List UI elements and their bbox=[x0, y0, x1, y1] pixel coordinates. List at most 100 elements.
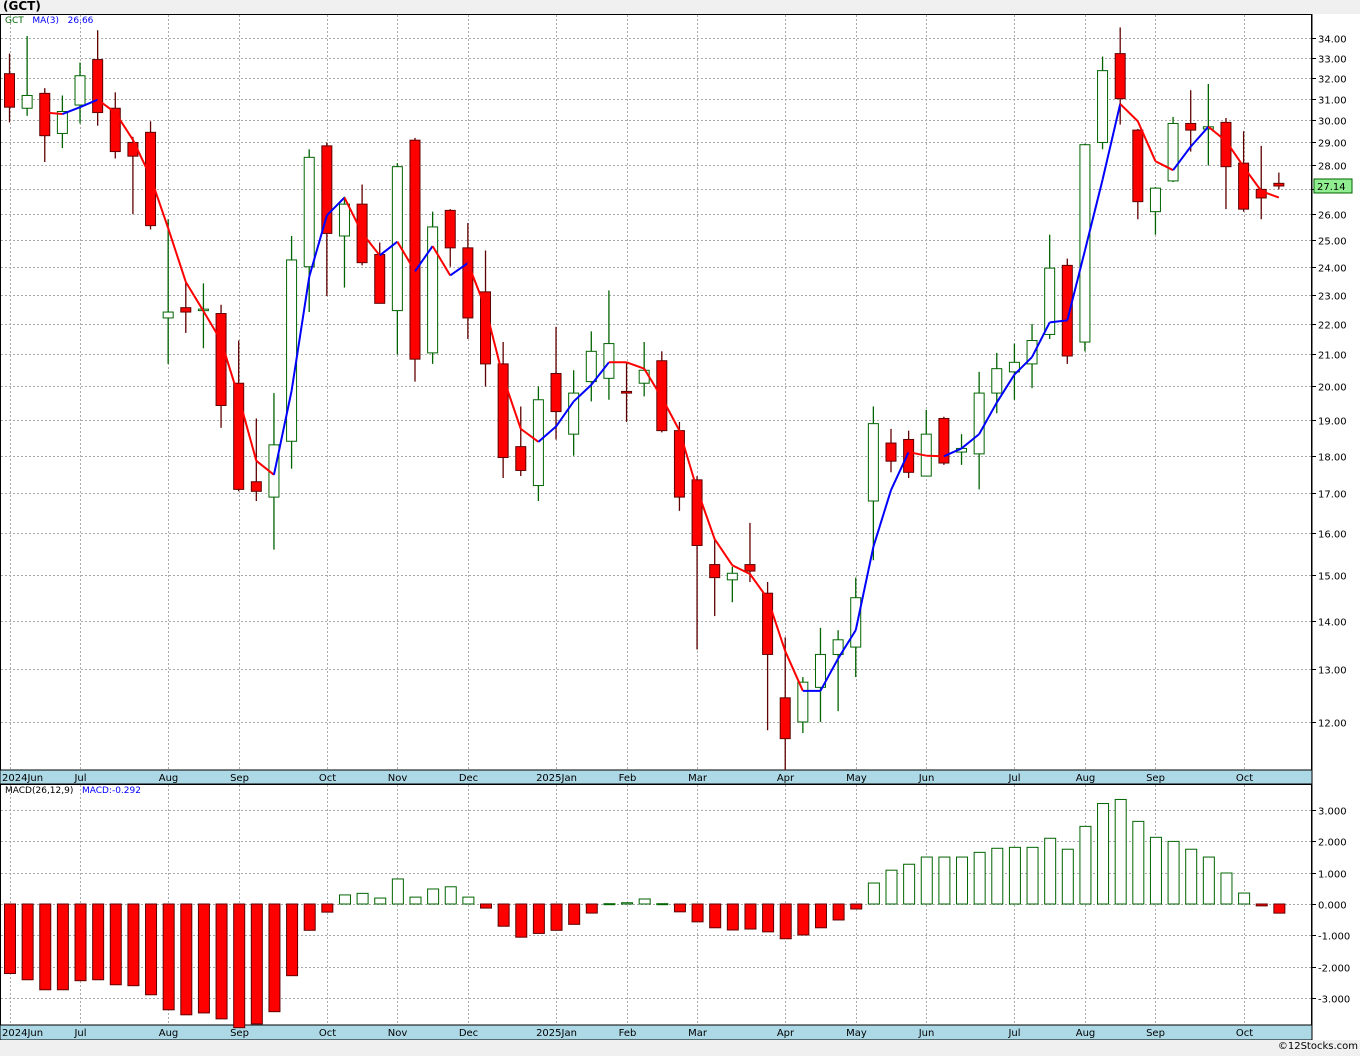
macd-date-label: 2024Jun bbox=[2, 1028, 43, 1039]
candle bbox=[532, 386, 544, 502]
price-tick-label: 26.00 bbox=[1318, 211, 1347, 222]
macd-date-label: Oct bbox=[319, 1028, 336, 1039]
candle-body bbox=[391, 166, 403, 312]
macd-bar bbox=[321, 903, 334, 913]
candle-body bbox=[744, 564, 756, 572]
legend-ma-label: MA(3) bbox=[32, 16, 60, 26]
macd-bar bbox=[603, 903, 616, 906]
macd-bar bbox=[444, 886, 457, 905]
macd-tick-label: 3.000 bbox=[1318, 807, 1347, 818]
copyright: ©12Stocks.com bbox=[1277, 1041, 1358, 1052]
price-tick-label: 30.00 bbox=[1318, 117, 1347, 128]
candle-body bbox=[1114, 53, 1126, 100]
candle-body bbox=[338, 203, 350, 237]
price-tick-label: 23.00 bbox=[1318, 292, 1347, 303]
macd-bar bbox=[850, 903, 863, 910]
price-tick-label: 15.00 bbox=[1318, 572, 1347, 583]
macd-bar bbox=[250, 903, 263, 1025]
macd-bar bbox=[1061, 848, 1074, 905]
macd-bar bbox=[4, 903, 16, 974]
macd-bar bbox=[673, 903, 686, 913]
macd-bar bbox=[1044, 837, 1057, 905]
price-tick-label: 16.00 bbox=[1318, 530, 1347, 541]
candle-body bbox=[21, 94, 33, 109]
macd-tick-label: -1.000 bbox=[1318, 932, 1350, 943]
macd-bar bbox=[656, 903, 669, 906]
macd-bar bbox=[973, 851, 986, 905]
price-date-label: Aug bbox=[1076, 773, 1096, 784]
macd-date-label: Feb bbox=[619, 1028, 637, 1039]
macd-bar bbox=[215, 903, 228, 1020]
macd-date-label: Nov bbox=[388, 1028, 408, 1039]
price-date-label: 2025Jan bbox=[536, 773, 577, 784]
candle-body bbox=[850, 597, 862, 648]
price-date-label: Dec bbox=[459, 773, 478, 784]
candle-body bbox=[550, 372, 562, 413]
macd-bar bbox=[233, 903, 246, 1029]
macd-bar bbox=[427, 888, 440, 905]
candle-body bbox=[797, 681, 809, 723]
macd-bar bbox=[938, 856, 951, 905]
macd-bar bbox=[39, 903, 52, 991]
candle-body bbox=[709, 564, 721, 579]
macd-bar bbox=[1132, 820, 1145, 905]
macd-bar bbox=[21, 903, 34, 981]
candle-body bbox=[585, 350, 597, 383]
price-date-label: Mar bbox=[688, 773, 708, 784]
candle-body bbox=[162, 311, 174, 319]
macd-bar bbox=[1149, 836, 1162, 905]
candle-body bbox=[250, 481, 262, 492]
macd-date-label: Sep bbox=[230, 1028, 249, 1039]
candle-body bbox=[638, 369, 650, 384]
macd-bar bbox=[109, 903, 122, 986]
macd-date-label: Oct bbox=[1236, 1028, 1253, 1039]
macd-bar bbox=[1255, 903, 1268, 907]
macd-tick-label: 2.000 bbox=[1318, 838, 1347, 849]
macd-bar bbox=[814, 903, 827, 929]
candle-body bbox=[92, 59, 104, 114]
candle-body bbox=[215, 313, 227, 406]
candle-body bbox=[4, 73, 15, 108]
candle-body bbox=[1079, 144, 1091, 343]
macd-bar bbox=[356, 892, 369, 905]
price-date-label: Sep bbox=[230, 773, 249, 784]
macd-bar bbox=[991, 847, 1004, 905]
macd-bar bbox=[920, 856, 933, 905]
candle-body bbox=[991, 368, 1003, 394]
ma-line-segment bbox=[926, 454, 944, 458]
macd-bar bbox=[497, 903, 510, 927]
candle-body bbox=[462, 247, 474, 319]
candle bbox=[673, 421, 685, 511]
macd-bar bbox=[162, 903, 175, 1011]
candle bbox=[409, 137, 421, 382]
macd-bar bbox=[1202, 856, 1215, 905]
price-tick-label: 34.00 bbox=[1318, 35, 1347, 46]
macd-tick-label: 1.000 bbox=[1318, 870, 1347, 881]
macd-bar bbox=[621, 902, 634, 905]
macd-bar bbox=[726, 903, 739, 931]
macd-bar bbox=[180, 903, 193, 1016]
price-tick-label: 14.00 bbox=[1318, 618, 1347, 629]
candle bbox=[286, 236, 298, 469]
macd-bar bbox=[832, 903, 845, 921]
price-date-label: Feb bbox=[619, 773, 637, 784]
candle-body bbox=[621, 390, 633, 394]
macd-bar bbox=[956, 856, 969, 905]
macd-bar bbox=[762, 903, 775, 933]
macd-bar bbox=[1238, 892, 1251, 905]
candle-body bbox=[762, 592, 774, 655]
candle bbox=[427, 211, 439, 364]
macd-bar bbox=[1079, 825, 1092, 905]
macd-bar bbox=[127, 903, 140, 987]
macd-date-label: 2025Jan bbox=[536, 1028, 577, 1039]
macd-bar bbox=[1185, 848, 1198, 905]
candle-body bbox=[56, 110, 68, 134]
candle bbox=[938, 416, 950, 465]
macd-bar bbox=[197, 903, 210, 1014]
macd-bar bbox=[268, 903, 281, 1013]
candle-body bbox=[427, 226, 439, 354]
macd-bar bbox=[1220, 872, 1233, 905]
candle-body bbox=[903, 438, 915, 473]
macd-bar bbox=[638, 898, 651, 905]
macd-date-label: Aug bbox=[1076, 1028, 1096, 1039]
